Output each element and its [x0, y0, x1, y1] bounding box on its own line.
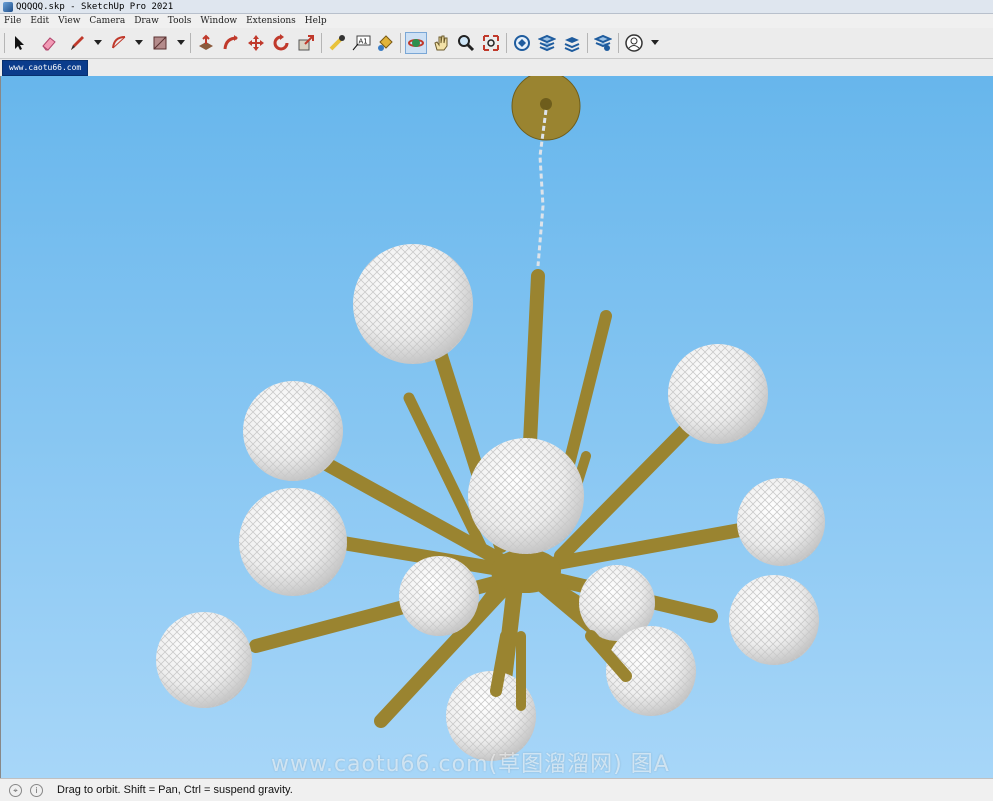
paint-bucket-icon [378, 35, 393, 51]
zoom-extents-tool-button[interactable] [480, 32, 502, 54]
menu-file[interactable]: File [0, 16, 26, 26]
title-bar: QQQQQ.skp - SketchUp Pro 2021 [0, 0, 993, 14]
user-account-icon [625, 34, 643, 52]
account-button[interactable] [623, 32, 645, 54]
toolbar-separator [506, 33, 507, 53]
toolbar-separator [400, 33, 401, 53]
flower-texture [243, 381, 343, 481]
flower-texture [399, 556, 479, 636]
info-icon[interactable]: i [30, 783, 43, 797]
model-viewport[interactable]: www.caotu66.com(草图溜溜网) 图A [0, 76, 993, 778]
pan-tool-button[interactable] [430, 32, 452, 54]
follow-me-icon [223, 35, 238, 50]
chandelier-model [156, 76, 825, 761]
rotate-tool-button[interactable] [270, 32, 292, 54]
tape-measure-icon [329, 35, 345, 51]
extension-warehouse-icon [538, 34, 556, 52]
select-tool-button[interactable] [8, 32, 30, 54]
rotate-icon [273, 34, 289, 51]
orbit-tool-button[interactable] [405, 32, 427, 54]
toolbar-separator [190, 33, 191, 53]
text-tool-button[interactable]: A1 [350, 32, 372, 54]
paint-bucket-tool-button[interactable] [374, 32, 396, 54]
3d-warehouse-button[interactable] [511, 32, 533, 54]
pencil-icon [71, 36, 84, 50]
status-bar: ⌖ i Drag to orbit. Shift = Pan, Ctrl = s… [0, 778, 993, 801]
text-tool-label: A1 [359, 38, 368, 46]
flower-texture [737, 478, 825, 566]
center-hub [491, 549, 561, 593]
flower-texture [468, 438, 584, 554]
move-arrows-icon [248, 35, 264, 51]
pencil-line-tool-button[interactable] [66, 32, 88, 54]
sketchup-app-icon [3, 1, 13, 12]
canopy-center [540, 98, 552, 110]
menu-extensions[interactable]: Extensions [242, 16, 301, 26]
toolbar-separator [587, 33, 588, 53]
zoom-tool-button[interactable] [455, 32, 477, 54]
warehouse-icon [514, 35, 530, 51]
text-label-icon: A1 [352, 35, 371, 51]
extension-manager-button[interactable] [592, 32, 614, 54]
arc-tool-button[interactable] [108, 32, 130, 54]
tape-measure-tool-button[interactable] [326, 32, 348, 54]
menu-window[interactable]: Window [196, 16, 242, 26]
account-dropdown-arrow[interactable] [651, 40, 659, 45]
flower-shades [156, 244, 825, 761]
flower-texture [729, 575, 819, 665]
shape-dropdown-arrow[interactable] [177, 40, 185, 45]
toolbar-separator [4, 33, 5, 53]
zoom-extents-icon [483, 35, 499, 51]
menu-draw[interactable]: Draw [130, 16, 164, 26]
geolocation-icon[interactable]: ⌖ [9, 783, 22, 797]
push-pull-tool-button[interactable] [195, 32, 217, 54]
pan-hand-icon [434, 35, 448, 51]
zoom-magnifier-icon [458, 35, 475, 52]
status-message: Drag to orbit. Shift = Pan, Ctrl = suspe… [57, 784, 293, 796]
flower-texture [353, 244, 473, 364]
flower-texture [156, 612, 252, 708]
menu-edit[interactable]: Edit [26, 16, 54, 26]
menu-bar: File Edit View Camera Draw Tools Window … [0, 14, 993, 28]
scale-icon [298, 35, 314, 51]
layout-button[interactable] [561, 32, 583, 54]
toolbar-separator [321, 33, 322, 53]
menu-view[interactable]: View [54, 16, 85, 26]
main-toolbar: A1 [0, 28, 993, 59]
watermark-text: www.caotu66.com(草图溜溜网) 图A [271, 752, 670, 777]
arc-dropdown-arrow[interactable] [135, 40, 143, 45]
scene-tab-strip: www.caotu66.com [0, 59, 993, 76]
menu-camera[interactable]: Camera [85, 16, 130, 26]
menu-tools[interactable]: Tools [164, 16, 197, 26]
move-tool-button[interactable] [245, 32, 267, 54]
layout-stack-icon [564, 37, 580, 52]
extension-manager-icon [594, 34, 612, 51]
scene-tab[interactable]: www.caotu66.com [2, 60, 89, 76]
eraser-tool-button[interactable] [38, 32, 60, 54]
window-title: QQQQQ.skp - SketchUp Pro 2021 [16, 1, 174, 12]
menu-help[interactable]: Help [301, 16, 332, 26]
eraser-icon [42, 37, 56, 51]
flower-texture [239, 488, 347, 596]
pencil-dropdown-arrow[interactable] [94, 40, 102, 45]
rectangle-tool-button[interactable] [149, 32, 171, 54]
orbit-icon [408, 39, 424, 47]
rectangle-icon [153, 36, 167, 50]
push-pull-icon [199, 34, 213, 50]
arc-icon [112, 36, 126, 49]
extension-warehouse-button[interactable] [536, 32, 558, 54]
select-arrow-icon [15, 36, 24, 50]
scale-tool-button[interactable] [295, 32, 317, 54]
flower-texture [668, 344, 768, 444]
follow-me-tool-button[interactable] [220, 32, 242, 54]
toolbar-separator [618, 33, 619, 53]
